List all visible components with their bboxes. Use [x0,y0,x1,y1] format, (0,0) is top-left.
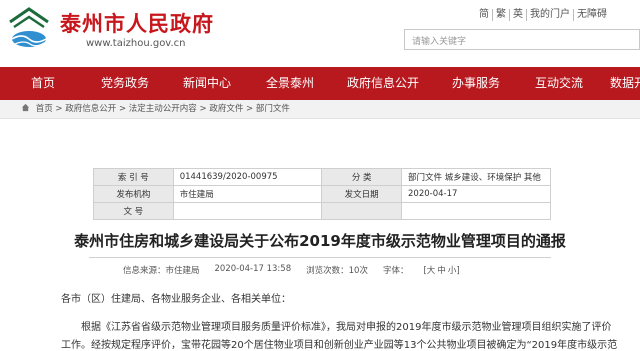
nav-item-services[interactable]: 办事服务 [436,67,516,100]
info-source: 信息来源：市住建局 [123,266,200,276]
meta-value: 2020-04-17 [401,185,551,203]
nav-item-news-center[interactable]: 新闻中心 [164,67,250,100]
info-views: 浏览次数：10次 [306,266,368,276]
table-row: 文 号 [93,202,551,220]
document-meta-table: 索 引 号 01441639/2020-00975 分 类 部门文件 城乡建设、… [93,168,551,220]
title-divider [89,257,551,258]
utility-links: 简 繁 英 我的门户 无障碍 [476,9,610,21]
article-paragraph: 根据《江苏省省级示范物业管理项目服务质量评价标准》，我局对申报的2019年度市级… [61,322,618,351]
meta-label: 分 类 [321,168,403,186]
meta-value: 部门文件 城乡建设、环境保护 其他 [401,168,551,186]
meta-label [321,202,403,220]
table-row: 发布机构 市住建局 发文日期 2020-04-17 [93,185,551,203]
nav-item-interaction[interactable]: 互动交流 [516,67,602,100]
font-size-small[interactable]: 小] [448,266,460,276]
nav-item-party-affairs[interactable]: 党务政务 [86,67,164,100]
breadcrumb-dept-docs[interactable]: 部门文件 [256,104,290,114]
table-row: 索 引 号 01441639/2020-00975 分 类 部门文件 城乡建设、… [93,168,551,186]
site-header: 泰州市人民政府 www.taizhou.gov.cn 简 繁 英 我的门户 无障… [0,0,640,67]
nav-item-home[interactable]: 首页 [0,67,86,100]
breadcrumb: 首页 > 政府信息公开 > 法定主动公开内容 > 政府文件 > 部门文件 [0,100,640,119]
nav-item-panorama[interactable]: 全景泰州 [250,67,330,100]
breadcrumb-statutory[interactable]: 法定主动公开内容 [129,104,197,114]
article-salutation: 各市（区）住建局、各物业服务企业、各相关单位： [61,294,291,305]
util-link-traditional[interactable]: 繁 [493,9,510,21]
util-link-english[interactable]: 英 [510,9,527,21]
meta-value: 01441639/2020-00975 [172,168,323,186]
breadcrumb-sep: > [52,104,66,114]
article-title: 泰州市住房和城乡建设局关于公布2019年度市级示范物业管理项目的通报 [74,232,566,250]
search-input[interactable]: 请输入关键字 [404,29,640,50]
breadcrumb-sep: > [243,104,256,114]
font-size-label: 字体： [382,266,409,276]
nav-item-gov-info[interactable]: 政府信息公开 [330,67,436,100]
info-time: 2020-04-17 13:58 [214,264,292,274]
meta-label: 文 号 [93,202,174,220]
site-url: www.taizhou.gov.cn [86,38,186,49]
main-nav: 首页 党务政务 新闻中心 全景泰州 政府信息公开 办事服务 互动交流 数据开 [0,67,640,100]
util-link-my-portal[interactable]: 我的门户 [527,9,574,21]
government-logo-icon[interactable] [6,6,52,50]
meta-label: 发布机构 [93,185,174,203]
util-link-accessibility[interactable]: 无障碍 [574,9,610,21]
breadcrumb-home[interactable]: 首页 [36,104,53,114]
meta-value [401,202,551,220]
font-size-medium[interactable]: 中 [437,266,446,276]
util-link-simplified[interactable]: 简 [476,9,493,21]
article-info: 信息来源：市住建局 2020-04-17 13:58 浏览次数：10次 字体： [… [123,264,477,276]
breadcrumb-gov-docs[interactable]: 政府文件 [209,104,243,114]
home-icon [21,103,30,112]
breadcrumb-gov-info[interactable]: 政府信息公开 [65,104,116,114]
site-name[interactable]: 泰州市人民政府 [60,8,214,38]
meta-label: 发文日期 [321,185,403,203]
meta-label: 索 引 号 [93,168,174,186]
breadcrumb-sep: > [116,104,129,114]
nav-item-open-data[interactable]: 数据开 [602,67,640,100]
meta-value: 市住建局 [172,185,323,203]
font-size-large[interactable]: [大 [423,266,435,276]
breadcrumb-sep: > [196,104,210,114]
font-size-control: 字体： [大中小] [383,264,462,276]
meta-value [172,202,323,220]
